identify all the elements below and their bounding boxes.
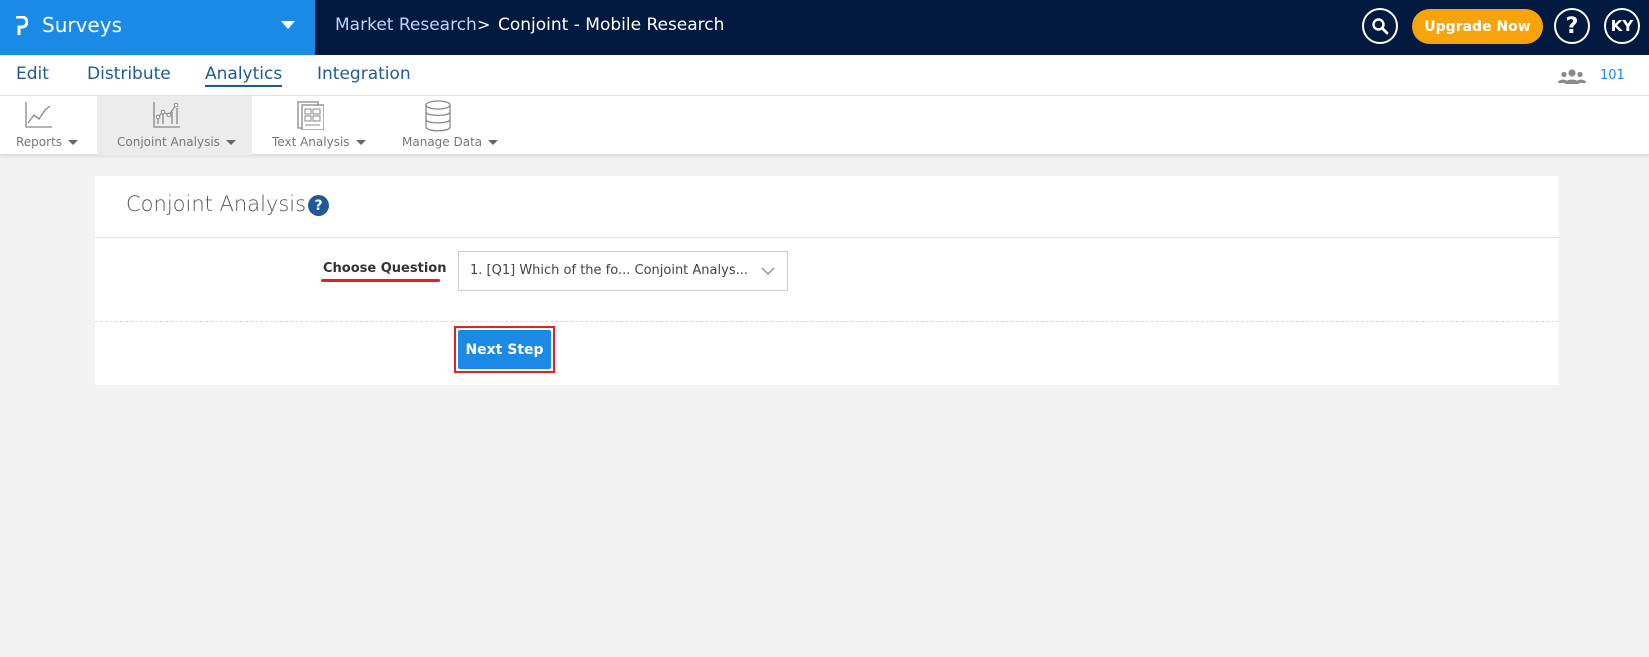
conjoint-analysis-card: Conjoint Analysis ? Choose Question 1. [… (95, 176, 1559, 385)
collaborator-count[interactable]: 101 (1600, 68, 1625, 83)
toolbar-label: Conjoint Analysis (117, 135, 220, 149)
line-chart-icon (25, 102, 52, 128)
upgrade-now-button[interactable]: Upgrade Now (1412, 9, 1543, 44)
help-icon[interactable]: ? (308, 195, 329, 216)
scatter-chart-icon (153, 102, 180, 128)
product-title: Surveys (42, 13, 122, 37)
breadcrumb-current: Conjoint - Mobile Research (498, 15, 725, 35)
toolbar-text-analysis[interactable]: Text Analysis (252, 96, 380, 155)
next-step-button[interactable]: Next Step (458, 330, 551, 369)
toolbar-label: Manage Data (402, 135, 483, 149)
annotation-underline (321, 279, 440, 282)
toolbar-label: Reports (16, 135, 63, 149)
tab-edit[interactable]: Edit (16, 64, 49, 84)
page-title: Conjoint Analysis (126, 192, 307, 216)
breadcrumb-separator: > (477, 15, 491, 34)
chevron-down-icon (761, 267, 775, 275)
logo-icon (16, 16, 28, 35)
document-grid-icon (297, 101, 324, 130)
caret-down-icon (355, 140, 366, 145)
toolbar-manage-data[interactable]: Manage Data (380, 96, 510, 155)
toolbar-reports[interactable]: Reports (0, 96, 97, 155)
caret-down-icon (68, 140, 79, 145)
tab-distribute[interactable]: Distribute (87, 64, 171, 84)
toolbar-label: Text Analysis (272, 135, 350, 149)
toolbar-conjoint-analysis[interactable]: Conjoint Analysis (97, 96, 252, 155)
question-select[interactable]: 1. [Q1] Which of the fo... Conjoint Anal… (458, 251, 788, 291)
divider (95, 321, 1559, 322)
choose-question-label: Choose Question (323, 261, 447, 276)
search-button[interactable] (1362, 8, 1398, 44)
database-icon (425, 100, 451, 132)
breadcrumb-parent[interactable]: Market Research (335, 15, 477, 35)
card-header: Conjoint Analysis ? (95, 176, 1559, 238)
search-icon (1372, 18, 1389, 35)
analytics-toolbar: Reports Conjoint Analysis Text Analysis (0, 96, 1649, 155)
tab-analytics[interactable]: Analytics (205, 64, 283, 87)
avatar[interactable]: KY (1604, 8, 1640, 44)
users-icon[interactable] (1558, 68, 1586, 84)
top-bar: Surveys Market Research > Conjoint - Mob… (0, 0, 1649, 55)
caret-down-icon (488, 140, 499, 145)
product-switcher[interactable]: Surveys (0, 0, 315, 55)
tab-integration[interactable]: Integration (317, 64, 411, 84)
caret-down-icon[interactable] (281, 21, 295, 29)
main-tabs: Edit Distribute Analytics Integration 10… (0, 55, 1649, 96)
help-button[interactable]: ? (1554, 8, 1590, 44)
question-select-value: 1. [Q1] Which of the fo... Conjoint Anal… (470, 263, 748, 278)
caret-down-icon (225, 140, 236, 145)
